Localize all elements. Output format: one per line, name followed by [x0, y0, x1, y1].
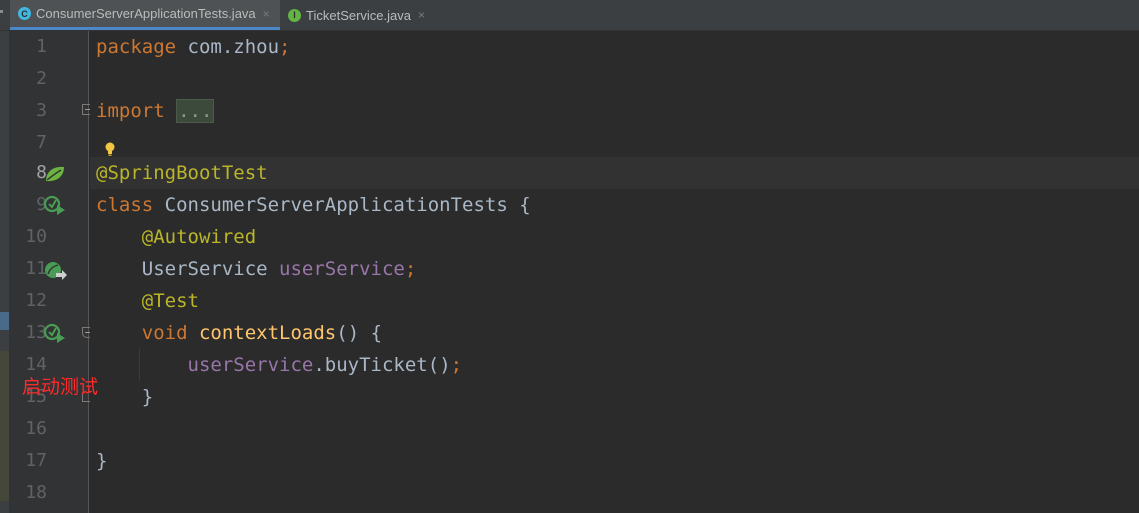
- code-token: }: [96, 386, 154, 408]
- code-line[interactable]: class ConsumerServerApplicationTests {: [96, 189, 531, 221]
- code-token: UserService: [96, 258, 280, 280]
- code-line[interactable]: import ...: [96, 95, 215, 127]
- line-number: 13: [25, 322, 47, 343]
- code-token: ;: [450, 354, 463, 376]
- code-token: () {: [336, 322, 383, 344]
- code-token: import: [96, 100, 177, 122]
- code-line[interactable]: @Autowired: [96, 221, 256, 253]
- tab-label: TicketService.java: [306, 7, 411, 23]
- code-line[interactable]: }: [96, 445, 107, 477]
- tab-label: ConsumerServerApplicationTests.java: [36, 6, 256, 21]
- code-token: package: [96, 36, 188, 58]
- tab-consumer-server-application-tests[interactable]: C ConsumerServerApplicationTests.java ×: [10, 0, 280, 30]
- code-token: @SpringBootTest: [96, 162, 268, 184]
- spring-bean-icon[interactable]: [44, 165, 66, 183]
- line-number: 8: [36, 162, 47, 183]
- code-line[interactable]: }: [96, 381, 153, 413]
- line-number: 18: [25, 482, 47, 503]
- code-editor[interactable]: package com.zhou; import ... @SpringBootTe…: [90, 31, 1139, 513]
- code-token: com.zhou: [187, 36, 280, 58]
- tab-ticket-service[interactable]: I TicketService.java ×: [280, 0, 433, 30]
- code-token: void: [141, 322, 199, 344]
- line-number: 16: [25, 418, 47, 439]
- code-token: ;: [404, 258, 417, 280]
- code-token: ;: [279, 36, 291, 58]
- code-token: .buyTicket(): [313, 354, 451, 376]
- run-test-icon[interactable]: [44, 323, 68, 345]
- annotation-text: 启动测试: [22, 376, 99, 398]
- code-line[interactable]: @SpringBootTest: [96, 157, 268, 189]
- line-number: 7: [36, 132, 47, 153]
- code-token: class: [96, 194, 165, 216]
- code-token: ConsumerServerApplicationTests {: [164, 194, 531, 216]
- line-number: 11: [25, 258, 47, 279]
- interface-icon: I: [288, 8, 301, 22]
- line-number: 10: [25, 226, 47, 247]
- editor-tab-bar: C ConsumerServerApplicationTests.java × …: [0, 0, 1139, 31]
- code-line[interactable]: UserService userService;: [96, 253, 417, 285]
- line-number: 17: [25, 450, 47, 471]
- class-test-icon: C: [18, 7, 31, 20]
- line-number: 1: [36, 36, 47, 57]
- code-line[interactable]: userService.buyTicket();: [96, 349, 463, 381]
- code-token: }: [96, 450, 108, 472]
- line-number: 12: [25, 290, 47, 311]
- code-token: contextLoads: [198, 322, 337, 344]
- lightbulb-icon[interactable]: [104, 141, 116, 157]
- code-line[interactable]: package com.zhou;: [96, 31, 290, 63]
- folded-imports[interactable]: ...: [176, 99, 215, 123]
- line-number: 9: [36, 194, 47, 215]
- spring-navigate-icon[interactable]: [44, 260, 68, 282]
- close-icon[interactable]: ×: [263, 7, 270, 21]
- code-token: @Test: [141, 290, 199, 312]
- line-number: 2: [36, 68, 47, 89]
- code-token: userService: [187, 354, 314, 376]
- strip-marker: [0, 351, 9, 501]
- line-number: 3: [36, 100, 47, 121]
- tab-scroll-marker: [0, 10, 3, 13]
- strip-marker: [0, 312, 9, 330]
- run-test-icon[interactable]: [44, 195, 68, 217]
- close-icon[interactable]: ×: [418, 8, 425, 22]
- code-line[interactable]: void contextLoads() {: [96, 317, 382, 349]
- code-line[interactable]: @Test: [96, 285, 199, 317]
- code-token: @Autowired: [141, 226, 257, 248]
- editor-gutter: 1 2 3 7 8 9 10 11 12 13 14 15 16 17 18: [9, 31, 93, 513]
- code-token: userService: [279, 258, 405, 280]
- left-tool-strip: [0, 31, 9, 513]
